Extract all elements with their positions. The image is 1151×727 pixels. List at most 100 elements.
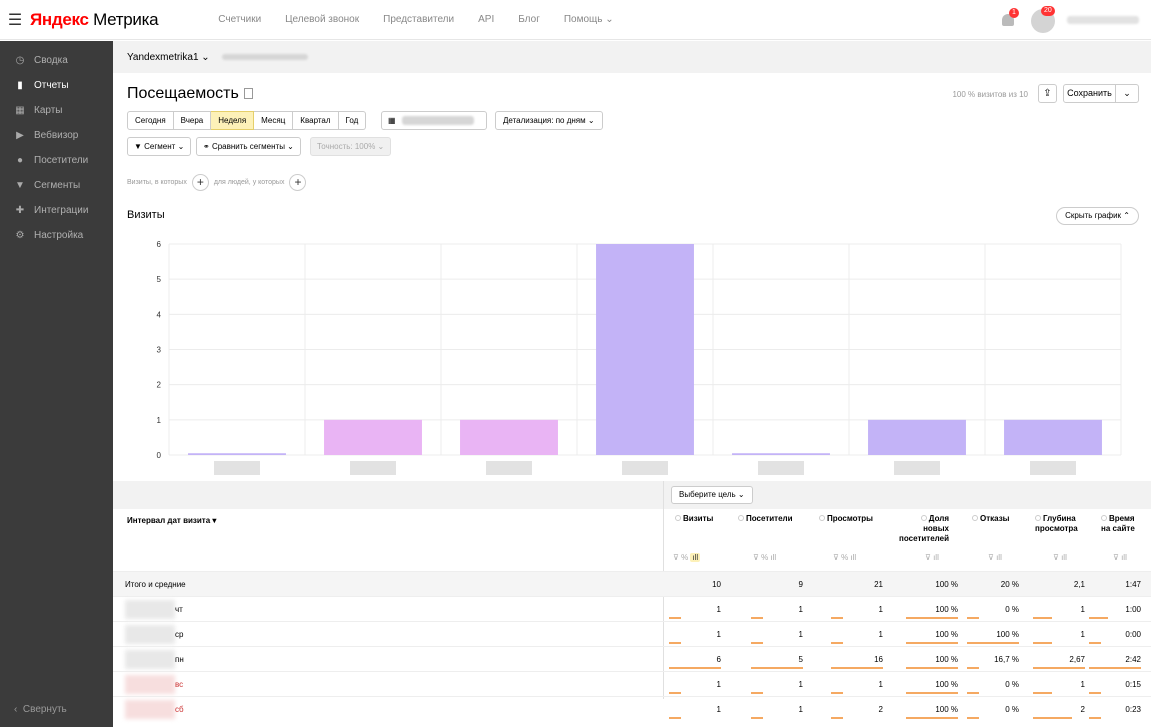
row-cell: 16 [874, 655, 883, 664]
counter-selector[interactable]: Yandexmetrika1 ⌄ [127, 52, 210, 63]
col-bounces[interactable]: Отказы [972, 514, 1010, 524]
bell-icon[interactable]: 1 [999, 8, 1019, 32]
period-week[interactable]: Неделя [211, 111, 255, 130]
avatar[interactable]: 20 [1029, 6, 1057, 33]
nav-help[interactable]: Помощь ⌄ [564, 14, 614, 25]
logo[interactable]: Яндекс Метрика [30, 10, 159, 30]
total-row[interactable]: Итого и средние 10 9 21 100 % 20 % 2,1 1:47 [113, 571, 1151, 596]
row-value-bar [1033, 717, 1072, 719]
sidebar-item-segments[interactable]: ▼ Сегменты [0, 173, 113, 198]
sidebar-item-summary[interactable]: ◷ Сводка [0, 48, 113, 73]
table-row[interactable]: чт 1 1 1 100 % 0 % 1 1:00 [113, 596, 1151, 621]
select-goal-button[interactable]: Выберите цель ⌄ [671, 486, 753, 504]
reports-icon: ▮ [17, 80, 23, 91]
sidebar-item-reports[interactable]: ▮ Отчеты [0, 73, 113, 98]
bounce-col-tools[interactable]: ⊽ ıll [988, 553, 1002, 562]
sidebar-item-integrations[interactable]: ✚ Интеграции [0, 198, 113, 223]
nav-api[interactable]: API [478, 14, 494, 25]
row-cell: 0 % [1005, 705, 1019, 714]
row-cell: 100 % [935, 680, 958, 689]
filter-icon: ▼ [134, 142, 142, 151]
period-month[interactable]: Месяц [254, 111, 294, 130]
accuracy-dropdown[interactable]: Точность: 100% ⌄ [310, 137, 392, 156]
row-value-bar [1033, 617, 1053, 619]
visitors-col-tools[interactable]: ⊽ % ıll [753, 553, 776, 562]
export-icon[interactable]: ⇪ [1038, 84, 1057, 103]
row-cell: 100 % [935, 655, 958, 664]
table-row[interactable]: вс 1 1 1 100 % 0 % 1 0:15 [113, 671, 1151, 696]
date-range-picker[interactable]: ▦ [381, 111, 487, 130]
sidebar-item-visitors[interactable]: ● Посетители [0, 148, 113, 173]
username[interactable] [1067, 16, 1139, 24]
filter-icon: ▼ [15, 180, 25, 191]
row-cell: 1 [878, 605, 883, 614]
row-value-bar [669, 717, 681, 719]
menu-icon[interactable]: ☰ [0, 10, 30, 30]
row-value-bar [669, 667, 721, 669]
row-cell: 1 [798, 705, 803, 714]
row-value-bar [967, 717, 979, 719]
row-cell: 1:47 [1125, 580, 1141, 589]
nav-counters[interactable]: Счетчики [218, 14, 261, 25]
depth-col-tools[interactable]: ⊽ ıll [1053, 553, 1067, 562]
save-button[interactable]: Сохранить [1063, 84, 1116, 103]
nav-reps[interactable]: Представители [383, 14, 454, 25]
row-cell: 0 % [1005, 605, 1019, 614]
save-dropdown-button[interactable]: ⌄ [1115, 84, 1139, 103]
row-cell: 1 [798, 605, 803, 614]
row-value-bar [1089, 667, 1141, 669]
sidebar-item-settings[interactable]: ⚙ Настройка [0, 223, 113, 248]
col-pageviews[interactable]: Просмотры [819, 514, 873, 524]
row-cell: 0:23 [1125, 705, 1141, 714]
row-cell: 1 [716, 680, 721, 689]
segment-button[interactable]: ▼ Сегмент ⌄ [127, 137, 192, 156]
chart-toggle-icon[interactable]: ıll [690, 553, 701, 562]
period-today[interactable]: Сегодня [127, 111, 174, 130]
row-value-bar [1033, 667, 1085, 669]
time-col-tools[interactable]: ⊽ ıll [1113, 553, 1127, 562]
table-row[interactable]: пн 6 5 16 100 % 16,7 % 2,67 2:42 [113, 646, 1151, 671]
pageviews-col-tools[interactable]: ⊽ % ıll [833, 553, 856, 562]
col-visitors[interactable]: Посетители [738, 514, 793, 524]
row-cell: 2 [1080, 705, 1085, 714]
table-row[interactable]: сб 1 1 2 100 % 0 % 2 0:23 [113, 696, 1151, 721]
col-time[interactable]: Время на сайте [1101, 514, 1141, 534]
compare-segments-button[interactable]: ⚭ Сравнить сегменты ⌄ [196, 137, 301, 156]
row-cell: 1 [716, 605, 721, 614]
detail-dropdown[interactable]: Детализация: по дням ⌄ [495, 111, 603, 130]
hide-chart-button[interactable]: Скрыть график ⌃ [1056, 207, 1139, 225]
gear-icon: ⚙ [15, 230, 25, 241]
col-visits[interactable]: Визиты [675, 514, 713, 524]
add-people-filter-button[interactable]: + [289, 174, 307, 191]
y-tick-label: 6 [157, 240, 162, 249]
nav-blog[interactable]: Блог [518, 14, 540, 25]
row-value-bar [1089, 642, 1101, 644]
period-year[interactable]: Год [338, 111, 367, 130]
bookmark-icon[interactable] [243, 88, 253, 99]
visits-chart: 0 1 2 3 4 5 6 [157, 240, 1122, 475]
sidebar-item-webvisor[interactable]: ▶ Вебвизор [0, 123, 113, 148]
compare-icon: ⚭ [203, 142, 210, 151]
dimension-header[interactable]: Интервал дат визита ▾ [127, 516, 216, 525]
row-value-bar [831, 717, 843, 719]
visits-col-tools[interactable]: ⊽ % ıll [673, 553, 701, 562]
row-cell: 0:15 [1125, 680, 1141, 689]
add-visit-filter-button[interactable]: + [191, 174, 209, 191]
nav-call[interactable]: Целевой звонок [285, 14, 359, 25]
row-value-bar [751, 692, 763, 694]
table-row[interactable]: ср 1 1 1 100 % 100 % 1 0:00 [113, 621, 1151, 646]
new-col-tools[interactable]: ⊽ ıll [925, 553, 939, 562]
top-nav: Счетчики Целевой звонок Представители AP… [218, 14, 613, 25]
y-tick-label: 2 [157, 381, 162, 390]
filter-people-label: для людей, у которых [213, 179, 285, 186]
period-yesterday[interactable]: Вчера [173, 111, 212, 130]
row-cell: 2,67 [1069, 655, 1085, 664]
sidebar-item-maps[interactable]: ▦ Карты [0, 98, 113, 123]
y-tick-label: 5 [157, 275, 162, 284]
sidebar-collapse[interactable]: ‹ Свернуть [14, 704, 67, 715]
period-quarter[interactable]: Квартал [293, 111, 339, 130]
col-depth[interactable]: Глубина просмотра [1035, 514, 1085, 534]
sidebar: ◷ Сводка ▮ Отчеты ▦ Карты ▶ Вебвизор ● Посети… [0, 41, 113, 727]
row-value-bar [1033, 642, 1053, 644]
col-new-visitors[interactable]: Доля новых посетителей [893, 514, 949, 544]
